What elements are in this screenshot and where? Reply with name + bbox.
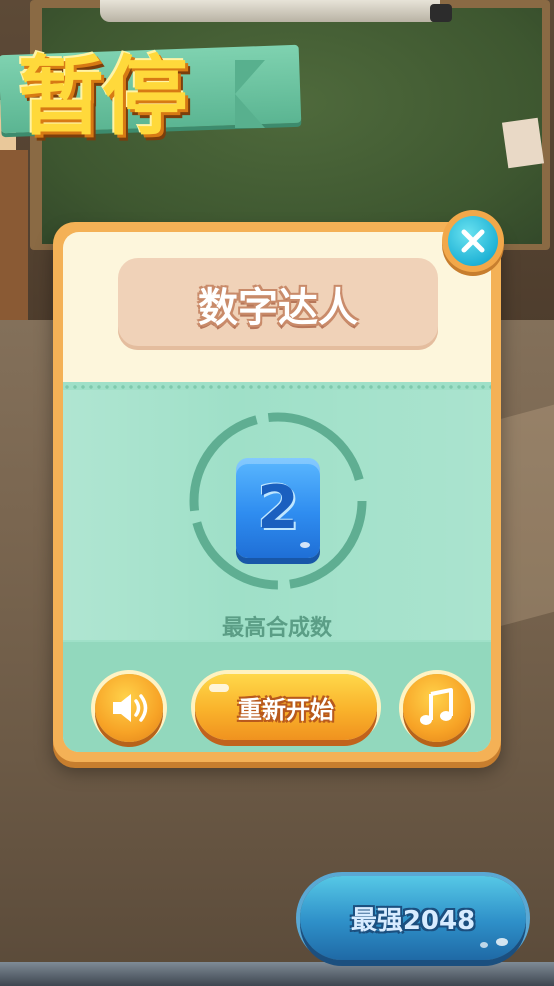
bottom-edge-bar — [0, 962, 554, 986]
header-pill: 数字达人 — [118, 258, 438, 350]
strongest-2048-label: 最强2048 — [350, 905, 476, 936]
sound-button[interactable] — [95, 674, 163, 742]
music-note-icon — [403, 674, 471, 742]
speaker-icon — [95, 674, 163, 742]
close-button[interactable] — [442, 210, 504, 272]
dialog-inner: 数字达人 2 最高合成数 重新开始 — [63, 232, 491, 752]
close-icon — [448, 216, 498, 266]
title-banner: 暂停 — [0, 20, 302, 160]
restart-label: 重新开始 — [238, 695, 334, 724]
highest-number-caption: 最高合成数 — [221, 616, 332, 641]
pinned-paper — [501, 117, 545, 169]
pause-dialog: 数字达人 2 最高合成数 重新开始 — [53, 222, 501, 762]
dialog-header: 数字达人 — [198, 285, 358, 331]
button-shine — [496, 938, 508, 946]
pause-title: 暂停 — [18, 47, 188, 147]
button-shine-small — [480, 942, 488, 948]
chalkboard-scroll — [100, 0, 440, 22]
ribbon-tail — [235, 60, 265, 128]
strongest-2048-button[interactable]: 最强2048 — [300, 876, 526, 960]
highest-number-tile: 2 — [236, 458, 320, 558]
scroll-knob — [430, 4, 452, 22]
restart-button[interactable]: 重新开始 — [195, 674, 377, 740]
music-button[interactable] — [403, 674, 471, 742]
tile-shine — [300, 542, 310, 548]
